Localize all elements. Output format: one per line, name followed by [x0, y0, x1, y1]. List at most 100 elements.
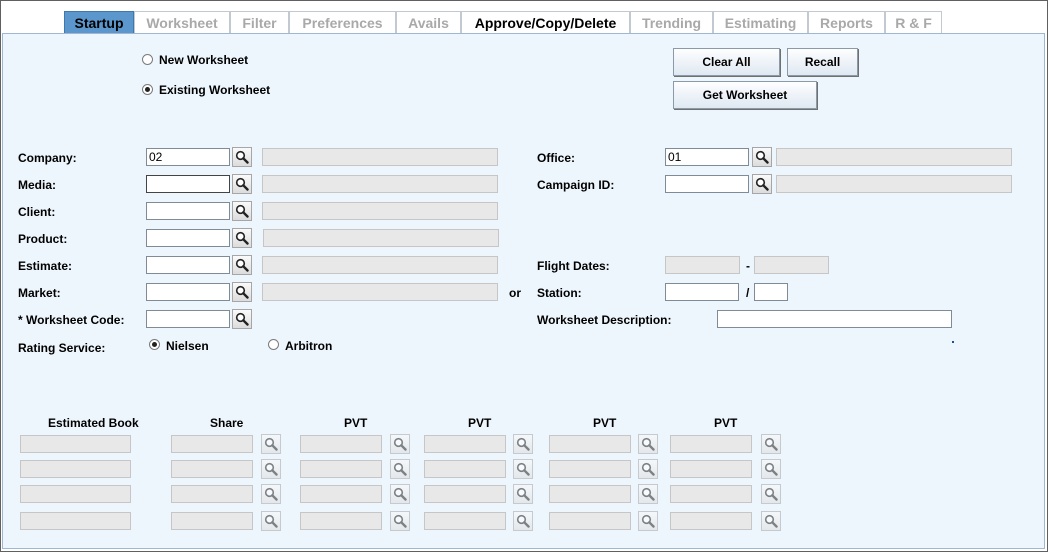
estimated-book-header: Estimated Book [48, 416, 139, 430]
pvt-1-lookup-button-row-3[interactable] [390, 484, 410, 504]
estimated-book-field-row-4 [20, 512, 131, 530]
pvt-4-lookup-button-row-2[interactable] [761, 459, 781, 479]
pvt-4-lookup-button-row-4[interactable] [761, 511, 781, 531]
clear-all-button[interactable]: Clear All [673, 48, 780, 76]
tab-trending[interactable]: Trending [630, 11, 713, 34]
pvt-1-lookup-button-row-1[interactable] [390, 434, 410, 454]
tab-reports[interactable]: Reports [808, 11, 885, 34]
media-input[interactable] [146, 175, 230, 193]
search-icon [393, 514, 407, 528]
tab-filter[interactable]: Filter [230, 11, 289, 34]
pvt-2-field-row-2 [424, 460, 506, 478]
pvt-1-lookup-button-row-2[interactable] [390, 459, 410, 479]
share-lookup-button-row-2[interactable] [261, 459, 281, 479]
search-icon [516, 514, 530, 528]
campaign-description-field [776, 175, 1012, 193]
share-lookup-button-row-3[interactable] [261, 484, 281, 504]
pvt-2-lookup-button-row-2[interactable] [513, 459, 533, 479]
client-input[interactable] [146, 202, 230, 220]
pvt-2-lookup-button-row-3[interactable] [513, 484, 533, 504]
product-input[interactable] [146, 229, 230, 247]
station-band-input[interactable] [754, 283, 788, 301]
estimate-input[interactable] [146, 256, 230, 274]
or-label: or [509, 286, 521, 300]
client-lookup-button[interactable] [232, 201, 252, 221]
tab-worksheet[interactable]: Worksheet [134, 11, 230, 34]
company-lookup-button[interactable] [232, 147, 252, 167]
existing-worksheet-label: Existing Worksheet [159, 83, 271, 97]
arbitron-label: Arbitron [285, 339, 333, 353]
search-icon [755, 150, 769, 164]
office-description-field [776, 148, 1012, 166]
search-icon [764, 487, 778, 501]
tab-startup[interactable]: Startup [64, 11, 134, 34]
search-icon [764, 437, 778, 451]
worksheet-code-input[interactable] [146, 310, 230, 328]
market-lookup-button[interactable] [232, 282, 252, 302]
get-worksheet-button[interactable]: Get Worksheet [673, 81, 817, 109]
estimate-label: Estimate: [18, 259, 73, 273]
tab-approve-copy-delete[interactable]: Approve/Copy/Delete [461, 11, 630, 34]
tab-avails[interactable]: Avails [396, 11, 461, 34]
tab-preferences[interactable]: Preferences [289, 11, 396, 34]
tab-estimating[interactable]: Estimating [713, 11, 808, 34]
pvt-2-lookup-button-row-4[interactable] [513, 511, 533, 531]
share-lookup-button-row-4[interactable] [261, 511, 281, 531]
product-description-field [263, 229, 499, 247]
pvt-3-lookup-button-row-3[interactable] [638, 484, 658, 504]
pvt-header-4: PVT [714, 416, 738, 430]
tab-r-and-f[interactable]: R & F [885, 11, 942, 34]
pvt-3-field-row-1 [549, 435, 631, 453]
client-label: Client: [18, 205, 56, 219]
pvt-1-field-row-4 [300, 512, 382, 530]
campaign-id-input[interactable] [665, 175, 749, 193]
worksheet-code-label: * Worksheet Code: [18, 313, 125, 327]
search-icon [235, 204, 249, 218]
campaign-id-lookup-button[interactable] [752, 174, 772, 194]
office-input[interactable]: 01 [665, 148, 749, 166]
pvt-1-lookup-button-row-4[interactable] [390, 511, 410, 531]
search-icon [393, 437, 407, 451]
nielsen-radio[interactable] [149, 339, 160, 350]
office-lookup-button[interactable] [752, 147, 772, 167]
station-input[interactable] [665, 283, 739, 301]
pvt-4-lookup-button-row-1[interactable] [761, 434, 781, 454]
company-input[interactable]: 02 [146, 148, 230, 166]
media-lookup-button[interactable] [232, 174, 252, 194]
search-icon [764, 462, 778, 476]
share-lookup-button-row-1[interactable] [261, 434, 281, 454]
flight-end-date-field [754, 256, 829, 274]
pvt-4-field-row-1 [670, 435, 752, 453]
search-icon [641, 462, 655, 476]
existing-worksheet-radio[interactable] [142, 84, 153, 95]
search-icon [755, 177, 769, 191]
pvt-4-field-row-3 [670, 485, 752, 503]
nielsen-label: Nielsen [166, 339, 209, 353]
worksheet-description-input[interactable] [717, 310, 952, 328]
search-icon [235, 231, 249, 245]
arbitron-radio[interactable] [268, 339, 279, 350]
pvt-3-lookup-button-row-1[interactable] [638, 434, 658, 454]
pvt-2-lookup-button-row-1[interactable] [513, 434, 533, 454]
search-icon [641, 487, 655, 501]
pvt-3-lookup-button-row-4[interactable] [638, 511, 658, 531]
search-icon [393, 487, 407, 501]
rating-service-label: Rating Service: [18, 341, 106, 355]
product-label: Product: [18, 232, 68, 246]
search-icon [264, 462, 278, 476]
estimated-book-field-row-2 [20, 460, 131, 478]
product-lookup-button[interactable] [232, 228, 252, 248]
worksheet-description-label: Worksheet Description: [537, 313, 672, 327]
search-icon [641, 514, 655, 528]
new-worksheet-label: New Worksheet [159, 53, 249, 67]
office-label: Office: [537, 151, 576, 165]
pvt-header-1: PVT [344, 416, 368, 430]
worksheet-code-lookup-button[interactable] [232, 309, 252, 329]
search-icon [516, 462, 530, 476]
market-input[interactable] [146, 283, 230, 301]
new-worksheet-radio[interactable] [142, 54, 153, 65]
recall-button[interactable]: Recall [787, 48, 858, 76]
estimate-lookup-button[interactable] [232, 255, 252, 275]
pvt-4-lookup-button-row-3[interactable] [761, 484, 781, 504]
pvt-3-lookup-button-row-2[interactable] [638, 459, 658, 479]
